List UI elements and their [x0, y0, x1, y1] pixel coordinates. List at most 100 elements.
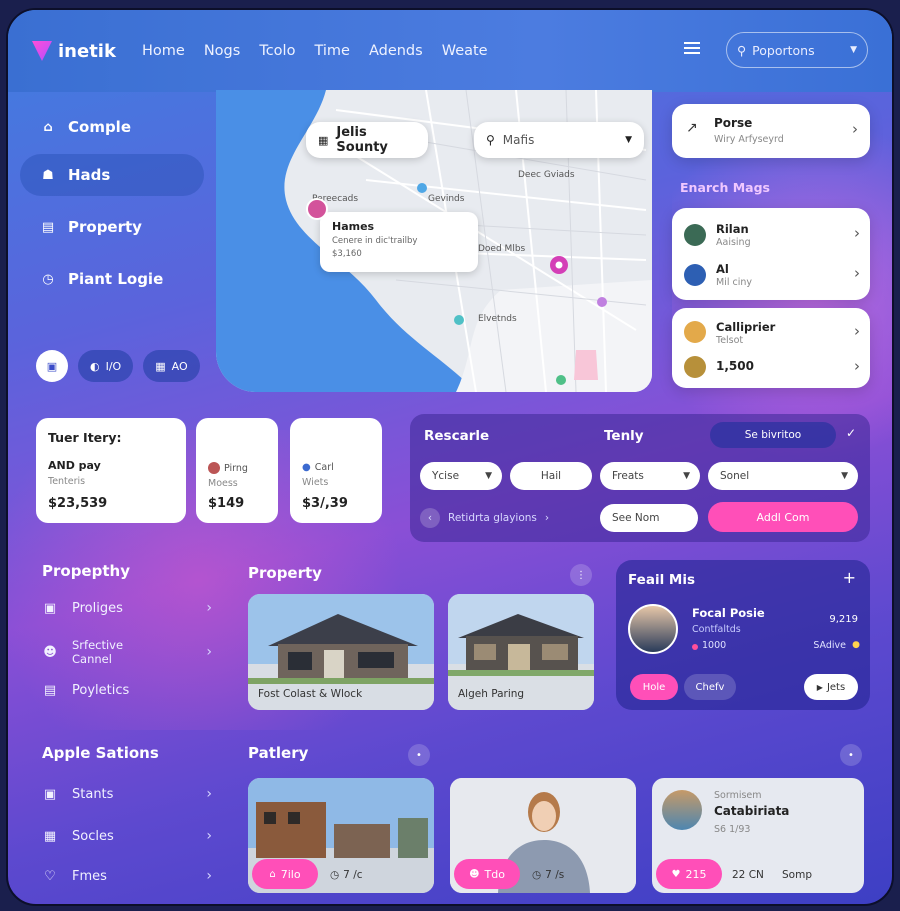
- sidebar-item-hads[interactable]: ☗ Hads: [20, 154, 204, 196]
- user-icon: ●: [302, 462, 311, 473]
- add-button-label: Addl Com: [756, 510, 810, 524]
- map-label: Gevinds: [428, 194, 465, 204]
- map-search-input[interactable]: ⚲ Mafis ▼: [474, 122, 644, 158]
- see-more-input[interactable]: See Nom: [600, 504, 698, 532]
- sidebar-pill-ao[interactable]: ▦ AO: [143, 350, 200, 382]
- people-card-1: Rilan Aaising › Al Mil ciny ›: [672, 208, 870, 300]
- doc-icon: ▣: [46, 359, 58, 373]
- heart-icon: ♡: [44, 868, 56, 884]
- person-row[interactable]: Calliprier Telsot ›: [684, 318, 860, 348]
- property-card-caption: Fost Colast & Wlock: [258, 688, 363, 700]
- search-field-ycise[interactable]: Ycise ▼: [420, 462, 502, 490]
- building-icon: ▦: [318, 133, 329, 147]
- person-name: Calliprier: [716, 320, 776, 334]
- patlery-profile-card[interactable]: Sormisem Catabiriata S6 1/93 ♥ 215 22 CN…: [652, 778, 864, 893]
- chevron-left-icon[interactable]: ‹: [420, 508, 440, 528]
- stat-card[interactable]: Pirng Moess $149: [196, 418, 278, 523]
- home-icon: ⌂: [269, 868, 276, 880]
- avatar: [662, 790, 702, 830]
- map-popup[interactable]: Hames Cenere in dic'trailby $3,160: [320, 212, 478, 272]
- list-item-socles[interactable]: ▦ Socles ›: [42, 828, 212, 844]
- nav-item-nogs[interactable]: Nogs: [204, 43, 240, 59]
- sidebar-item-label: Hads: [68, 166, 111, 184]
- grid-icon: ▦: [155, 359, 166, 373]
- chevron-right-icon: ›: [854, 322, 860, 340]
- chevron-down-icon: ▼: [625, 135, 632, 145]
- nav-item-weate[interactable]: Weate: [442, 43, 488, 59]
- more-icon[interactable]: ⋮: [570, 564, 592, 586]
- map-view[interactable]: Deec Gviads Gevinds Doed Mlbs Elvetnds P…: [216, 90, 652, 392]
- property-card[interactable]: Fost Colast & Wlock: [248, 594, 434, 710]
- jets-button-label: Jets: [826, 681, 846, 693]
- search-panel-title: Rescarle: [424, 428, 490, 444]
- list-item-srfective[interactable]: ☻ Srfective Cannel ›: [42, 638, 212, 666]
- range-slider[interactable]: ‹ Retidrta glayions ›: [420, 504, 590, 532]
- sidebar-item-comple[interactable]: ⌂ Comple: [20, 106, 204, 148]
- person-row[interactable]: 1,500 ›: [684, 354, 860, 382]
- avatar[interactable]: [306, 198, 328, 220]
- list-item-poyletics[interactable]: ▤ Poyletics: [42, 682, 212, 698]
- patlery-count: ◷ 7 /s: [532, 869, 564, 881]
- count-label: 22 CN: [732, 869, 764, 881]
- patlery-card-button[interactable]: ♥ 215: [656, 859, 722, 889]
- check-icon[interactable]: ✓: [846, 426, 856, 440]
- patlery-card[interactable]: ⌂ 7ilo ◷ 7 /c: [248, 778, 434, 893]
- stat-sub: AND pay: [48, 459, 101, 472]
- map-label: Deec Gviads: [518, 170, 575, 180]
- patlery-card[interactable]: ☻ Tdo ◷ 7 /s: [450, 778, 636, 893]
- nav-item-adends[interactable]: Adends: [369, 43, 423, 59]
- card-icon: ▤: [41, 219, 55, 235]
- stat-card[interactable]: Tuer Itery: AND pay Tenteris $23,539: [36, 418, 186, 523]
- profile-sub: S6 1/93: [714, 824, 751, 835]
- list-item-fmes[interactable]: ♡ Fmes ›: [42, 868, 212, 884]
- logo[interactable]: inetik: [32, 41, 142, 62]
- stat-row: Pirng: [208, 462, 266, 474]
- list-item-proliges[interactable]: ▣ Proliges ›: [42, 600, 212, 616]
- avatar: [684, 356, 706, 378]
- avatar: [684, 321, 706, 343]
- search-field-sonel[interactable]: Sonel ▼: [708, 462, 858, 490]
- count-label: 7 /c: [343, 869, 363, 881]
- sidebar-pill-button[interactable]: ▣: [36, 350, 68, 382]
- person-name: Rilan: [716, 222, 749, 236]
- more-icon[interactable]: •: [408, 744, 430, 766]
- nav-item-time[interactable]: Time: [314, 43, 350, 59]
- stat-sub: Tenteris: [48, 476, 86, 487]
- sidebar-item-piant-logie[interactable]: ◷ Piant Logie: [20, 258, 204, 300]
- pose-card[interactable]: ↗ Porse Wiry Arfyseyrd ›: [672, 104, 870, 158]
- chevron-right-icon[interactable]: ›: [545, 512, 549, 524]
- nav-item-home[interactable]: Home: [142, 43, 185, 59]
- patlery-card-button[interactable]: ⌂ 7ilo: [252, 859, 318, 889]
- property-card[interactable]: Algeh Paring: [448, 594, 594, 710]
- add-button[interactable]: Addl Com: [708, 502, 858, 532]
- patlery-card-button[interactable]: ☻ Tdo: [454, 859, 520, 889]
- search-top-field[interactable]: Se bivritoo: [710, 422, 836, 448]
- sidebar-item-property[interactable]: ▤ Property: [20, 206, 204, 248]
- person-row[interactable]: Al Mil ciny ›: [684, 260, 860, 292]
- sidebar-pill-io[interactable]: ◐ I/O: [78, 350, 134, 382]
- top-search-button[interactable]: ⚲ Poportons ▼: [726, 32, 868, 68]
- avatar[interactable]: [628, 604, 678, 654]
- sidebar-item-label: Piant Logie: [68, 270, 164, 288]
- chevron-right-icon: ›: [206, 868, 212, 884]
- location-chip[interactable]: ▦ Jelis Sounty: [306, 122, 428, 158]
- search-panel-center: Tenly: [604, 428, 644, 444]
- search-field-freats[interactable]: Freats ▼: [600, 462, 700, 490]
- plus-icon[interactable]: +: [843, 568, 856, 587]
- menu-icon[interactable]: [684, 42, 700, 54]
- field-label: Sonel: [720, 470, 750, 482]
- search-field-hail[interactable]: Hail: [510, 462, 592, 490]
- hole-button[interactable]: Hole: [630, 674, 678, 700]
- avatar: [208, 462, 220, 474]
- list-item-label: Proliges: [72, 600, 123, 616]
- person-sub: Mil ciny: [716, 277, 753, 288]
- more-icon[interactable]: •: [840, 744, 862, 766]
- jets-button[interactable]: ▶ Jets: [804, 674, 858, 700]
- stat-card[interactable]: ● Carl Wiets $3/,39: [290, 418, 382, 523]
- chevron-right-icon: ›: [854, 357, 860, 375]
- person-row[interactable]: Rilan Aaising ›: [684, 220, 860, 252]
- nav-item-tcolo[interactable]: Tcolo: [259, 43, 295, 59]
- chefv-button[interactable]: Chefv: [684, 674, 736, 700]
- list-item-stants[interactable]: ▣ Stants ›: [42, 786, 212, 802]
- bag-icon: ▤: [43, 682, 57, 698]
